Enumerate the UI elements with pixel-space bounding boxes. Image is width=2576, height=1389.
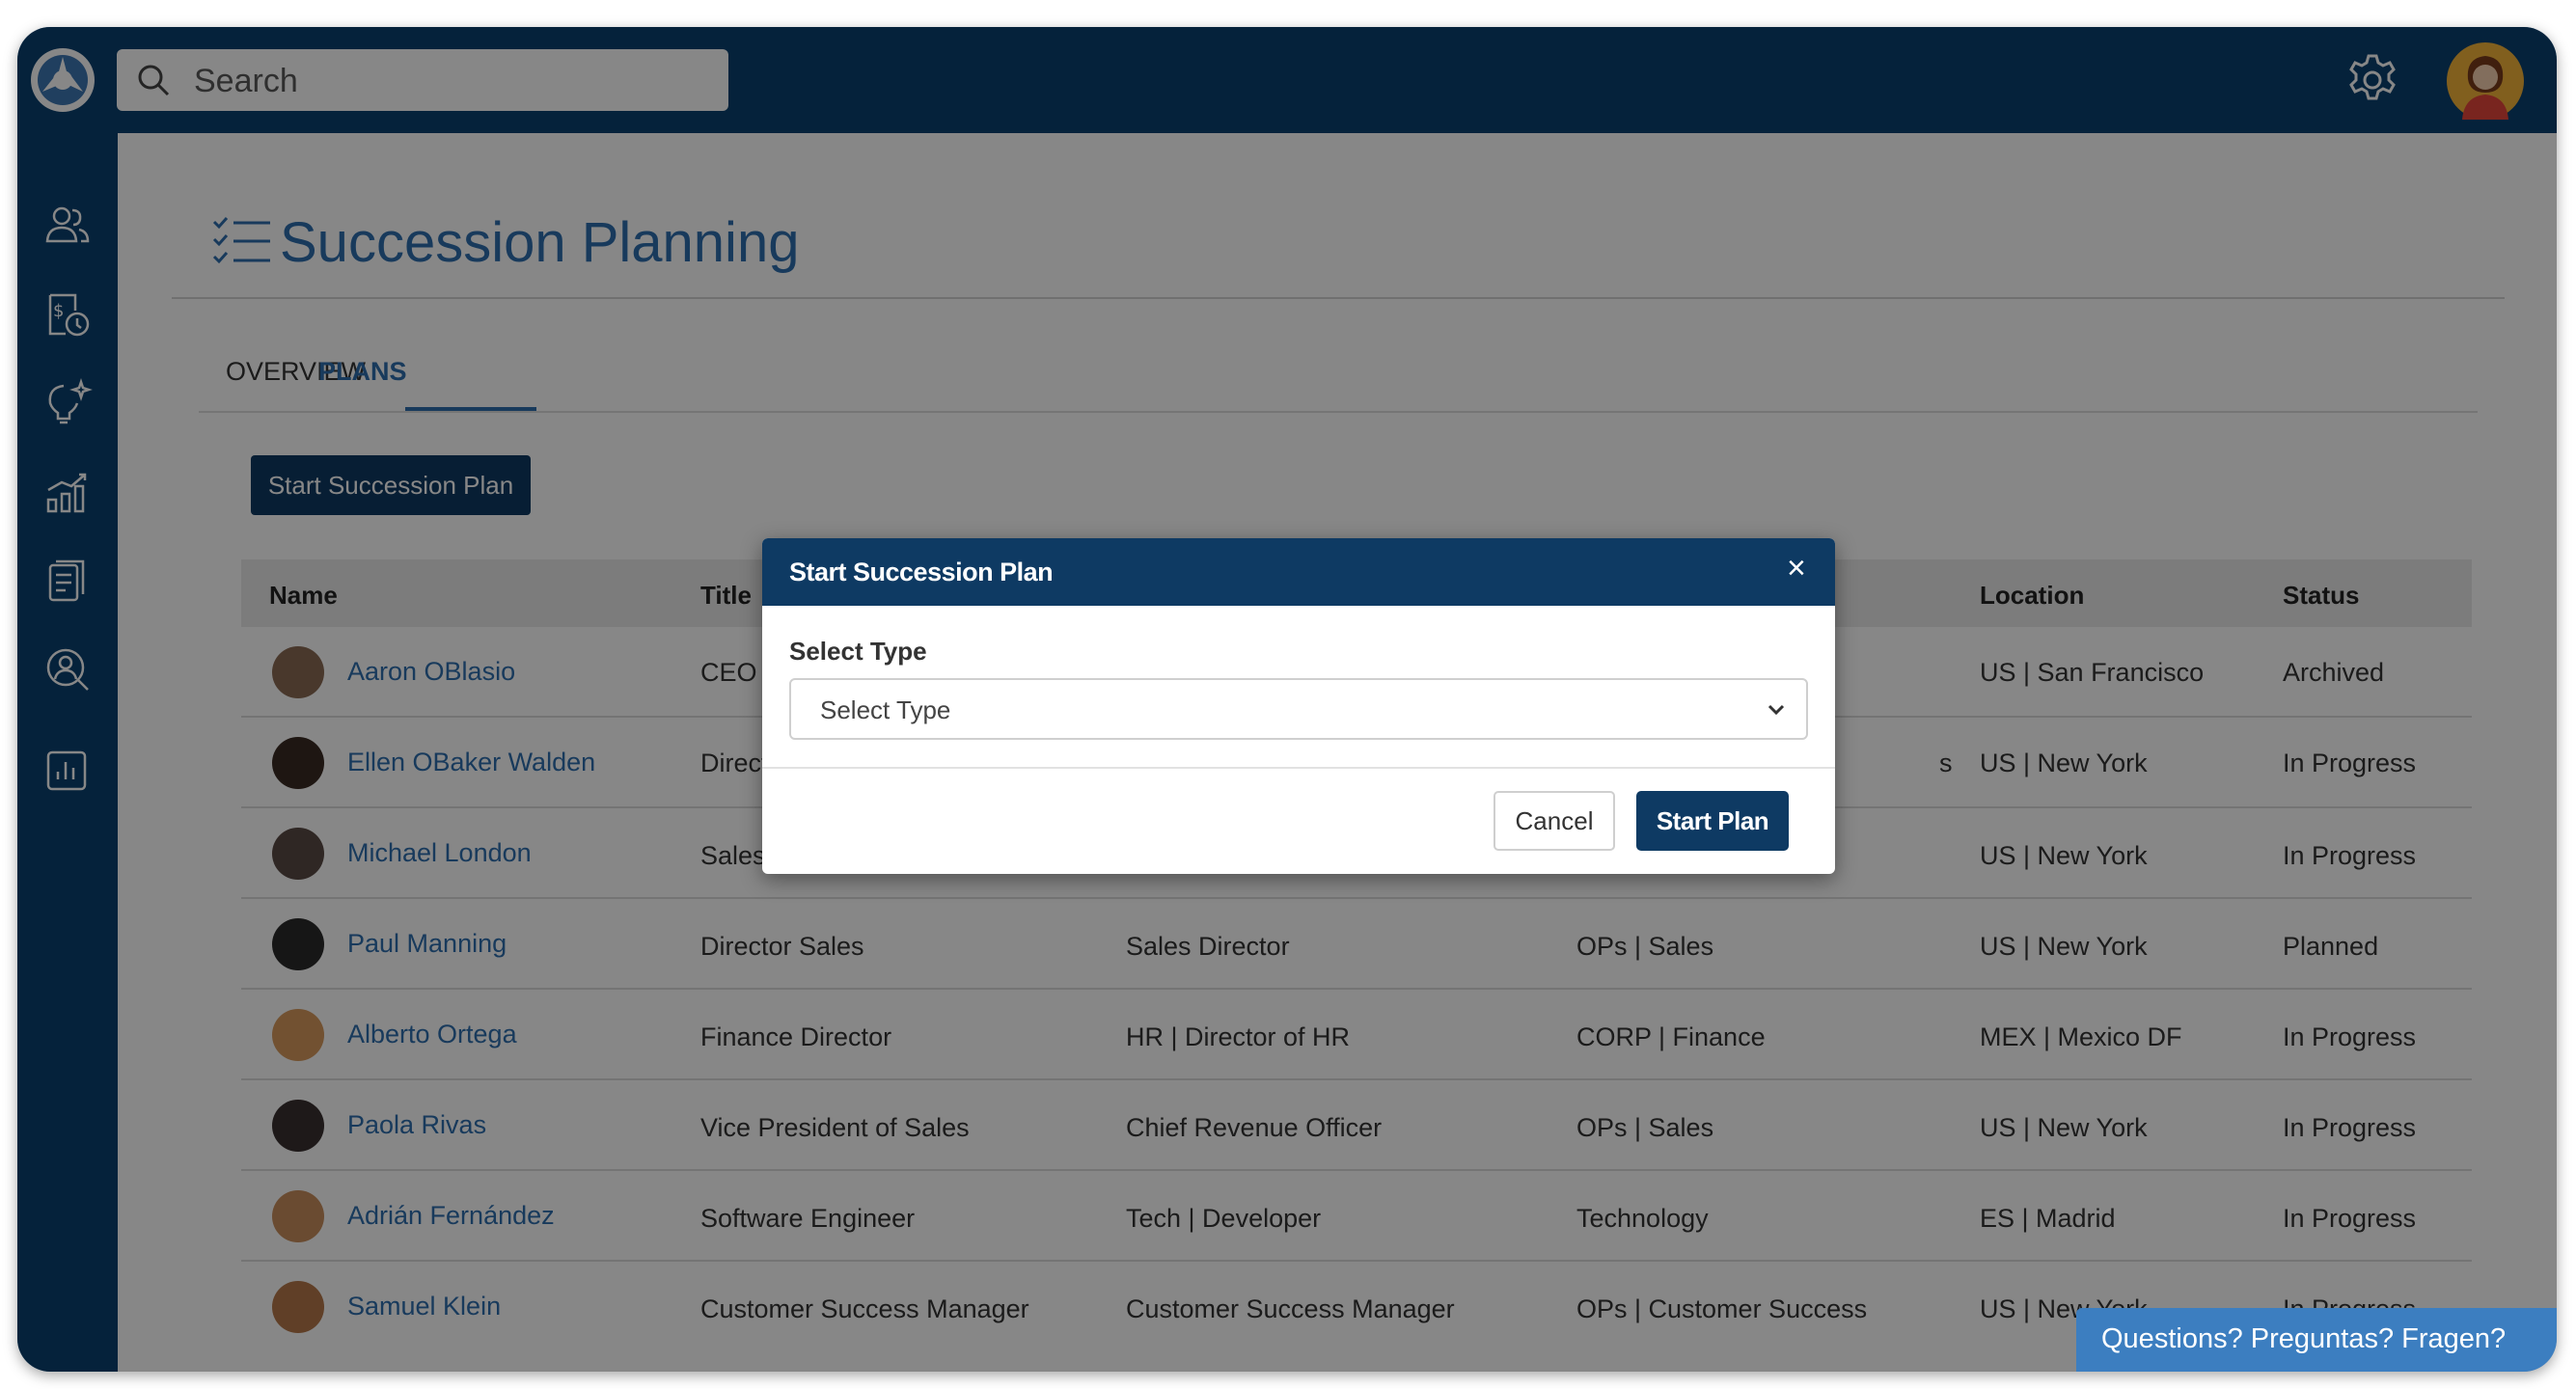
app-window: $ (17, 27, 2557, 1372)
select-type-dropdown[interactable]: Select Type (789, 678, 1808, 740)
dialog-header: Start Succession Plan × (762, 538, 1835, 606)
select-type-value: Select Type (820, 695, 951, 724)
chevron-down-icon (1768, 704, 1785, 716)
help-chat-button[interactable]: Questions? Preguntas? Fragen? (2076, 1308, 2557, 1372)
start-plan-button[interactable]: Start Plan (1636, 791, 1789, 851)
start-succession-plan-dialog: Start Succession Plan × Select Type Sele… (762, 538, 1835, 874)
divider (762, 767, 1835, 769)
close-icon[interactable]: × (1787, 552, 1806, 585)
cancel-button[interactable]: Cancel (1494, 791, 1615, 851)
dialog-title: Start Succession Plan (789, 558, 1054, 586)
select-type-label: Select Type (789, 637, 927, 666)
help-chat-label: Questions? Preguntas? Fragen? (2101, 1323, 2507, 1354)
